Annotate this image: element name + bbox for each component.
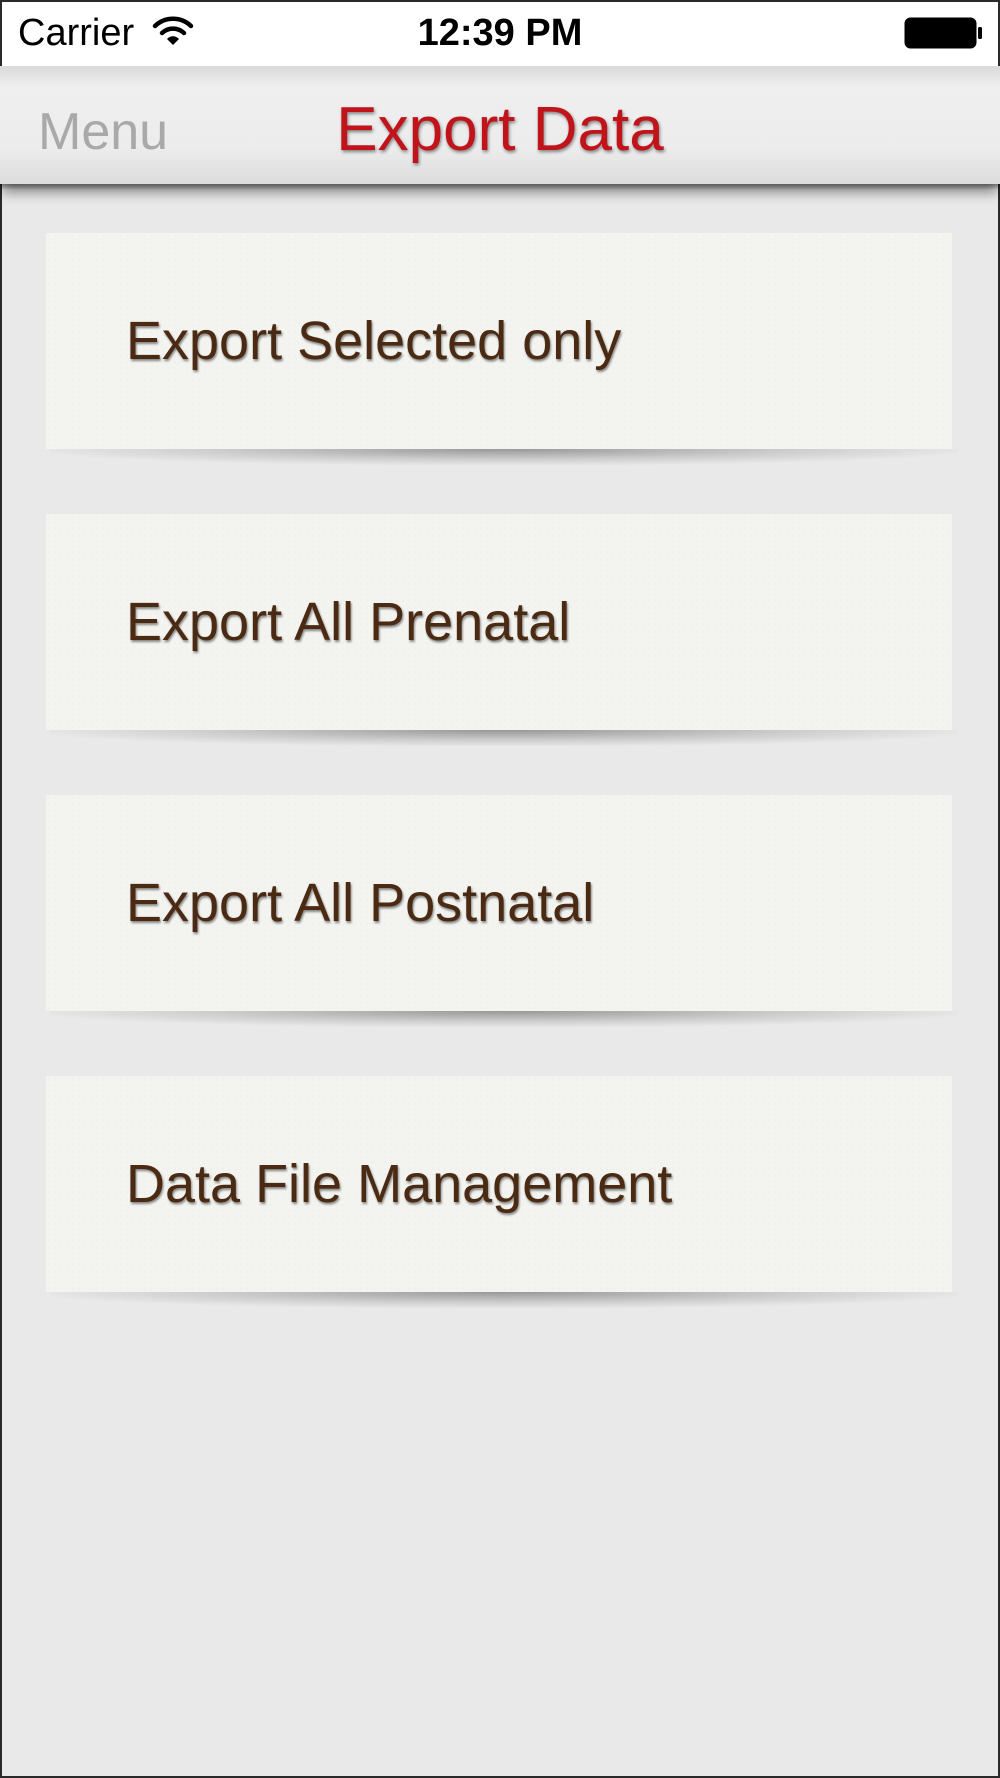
export-selected-only-button[interactable]: Export Selected only xyxy=(46,233,958,465)
export-all-prenatal-button[interactable]: Export All Prenatal xyxy=(46,514,958,746)
data-file-management-button[interactable]: Data File Management xyxy=(46,1076,958,1308)
option-label: Data File Management xyxy=(126,1154,673,1214)
battery-icon xyxy=(904,17,984,49)
status-bar: Carrier 12:39 PM xyxy=(0,0,1000,66)
navigation-bar: Menu Export Data xyxy=(0,66,1000,190)
option-label: Export All Postnatal xyxy=(126,873,595,933)
page-title: Export Data xyxy=(336,95,664,164)
status-time: 12:39 PM xyxy=(417,12,583,54)
option-label: Export Selected only xyxy=(126,311,622,371)
option-label: Export All Prenatal xyxy=(126,592,571,652)
export-all-postnatal-button[interactable]: Export All Postnatal xyxy=(46,795,958,1027)
